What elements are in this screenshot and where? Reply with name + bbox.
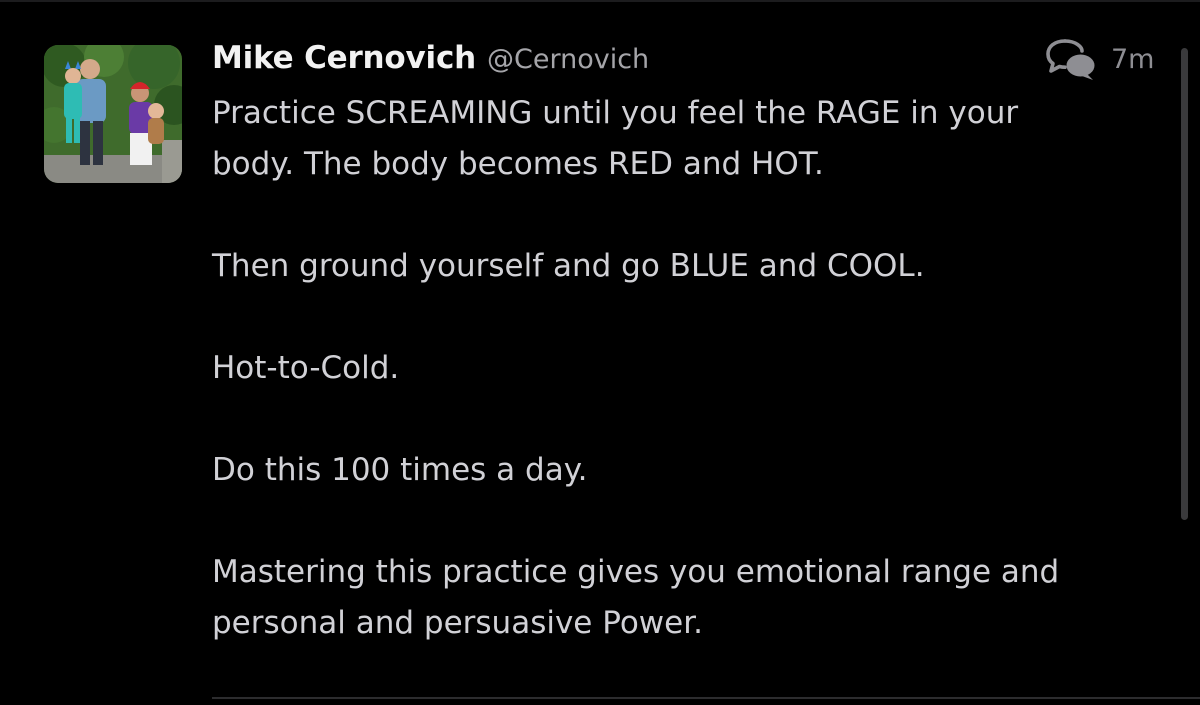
tweet-meta: 7m	[1040, 38, 1160, 86]
author-handle[interactable]: @Cernovich	[487, 44, 649, 75]
tweet-header: Mike Cernovich @Cernovich	[212, 40, 649, 84]
conversation-icon[interactable]	[1045, 38, 1099, 84]
tweet-cell[interactable]: Mike Cernovich @Cernovich 7m Practice SC…	[0, 0, 1200, 705]
author-display-name[interactable]: Mike Cernovich	[212, 40, 476, 76]
avatar[interactable]	[44, 45, 182, 183]
tweet-paragraph: Mastering this practice gives you emotio…	[212, 554, 1060, 641]
tweet-paragraph: Do this 100 times a day.	[212, 452, 588, 488]
tweet-paragraph: Then ground yourself and go BLUE and COO…	[212, 248, 925, 284]
timestamp: 7m	[1111, 44, 1155, 75]
tweet-body: Practice SCREAMING until you feel the RA…	[212, 88, 1162, 649]
tweet-paragraph: Practice SCREAMING until you feel the RA…	[212, 95, 1019, 182]
tweet-paragraph: Hot-to-Cold.	[212, 350, 400, 386]
scrollbar-thumb[interactable]	[1181, 48, 1188, 520]
tweet-divider	[212, 697, 1200, 699]
